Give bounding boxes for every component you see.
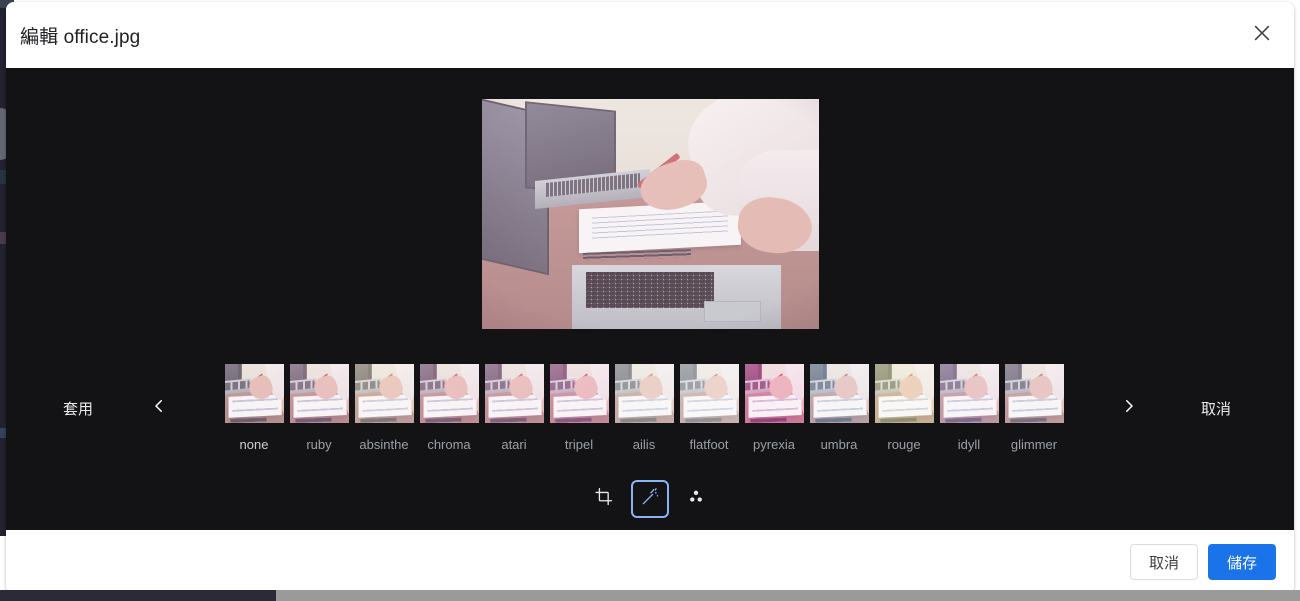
magic-wand-icon: [640, 487, 660, 512]
filter-thumbnail-photo: [809, 364, 869, 423]
filter-item-glimmer[interactable]: glimmer: [1004, 364, 1064, 452]
filter-item-atari[interactable]: atari: [484, 364, 544, 452]
filmstrip-prev-button[interactable]: [142, 388, 176, 428]
filter-thumbnail-rouge[interactable]: [874, 364, 934, 423]
image-editor-dialog: 編輯 office.jpg 套用 none ruby absinthe chro…: [6, 2, 1294, 594]
crop-icon: [594, 487, 614, 512]
page-title: 編輯 office.jpg: [20, 26, 141, 48]
filter-thumbnail-photo: [939, 364, 999, 423]
filter-label: chroma: [427, 437, 471, 452]
horizontal-scrollbar[interactable]: [0, 590, 1300, 601]
preview-area: [6, 68, 1294, 348]
filter-item-chroma[interactable]: chroma: [419, 364, 479, 452]
filter-thumbnail-idyll[interactable]: [939, 364, 999, 423]
filter-item-pyrexia[interactable]: pyrexia: [744, 364, 804, 452]
filter-label: tripel: [564, 437, 594, 452]
filter-thumbnail-photo: [744, 364, 804, 423]
filter-item-idyll[interactable]: idyll: [939, 364, 999, 452]
close-button[interactable]: [1240, 13, 1284, 57]
filter-strip[interactable]: none ruby absinthe chroma atari tripel a…: [176, 364, 1112, 452]
filter-thumbnail-photo: [1004, 364, 1064, 423]
filter-label: ruby: [306, 437, 332, 452]
filter-item-rouge[interactable]: rouge: [874, 364, 934, 452]
chevron-left-icon: [150, 397, 168, 420]
filter-thumbnail-photo: [679, 364, 739, 423]
filters-tool-button[interactable]: [631, 480, 669, 518]
filter-thumbnail-ailis[interactable]: [614, 364, 674, 423]
filter-label: absinthe: [359, 437, 409, 452]
filter-thumbnail-photo: [874, 364, 934, 423]
preview-photo: [481, 99, 819, 329]
filter-thumbnail-photo: [484, 364, 544, 423]
filter-item-umbra[interactable]: umbra: [809, 364, 869, 452]
filter-label: atari: [501, 437, 527, 452]
dialog-header: 編輯 office.jpg: [6, 2, 1294, 68]
filter-label: none: [239, 437, 269, 452]
filter-thumbnail-photo: [419, 364, 479, 423]
editor-toolbar: [6, 468, 1294, 530]
filter-item-ailis[interactable]: ailis: [614, 364, 674, 452]
image-preview[interactable]: [481, 99, 819, 329]
filter-thumbnail-umbra[interactable]: [809, 364, 869, 423]
filter-thumbnail-none[interactable]: [224, 364, 284, 423]
filter-item-ruby[interactable]: ruby: [289, 364, 349, 452]
filter-thumbnail-tripel[interactable]: [549, 364, 609, 423]
filter-thumbnail-pyrexia[interactable]: [744, 364, 804, 423]
filter-label: rouge: [887, 437, 921, 452]
filter-thumbnail-photo: [224, 364, 284, 423]
filter-thumbnail-atari[interactable]: [484, 364, 544, 423]
filter-label: idyll: [957, 437, 981, 452]
filter-label: umbra: [820, 437, 858, 452]
cancel-button[interactable]: 取消: [1129, 544, 1198, 580]
editor-body: 套用 none ruby absinthe chroma atari tripe…: [6, 68, 1294, 530]
filter-label: ailis: [632, 437, 656, 452]
adjust-dots-icon: [686, 487, 706, 512]
filter-item-none[interactable]: none: [224, 364, 284, 452]
filter-thumbnail-absinthe[interactable]: [354, 364, 414, 423]
adjust-tool-button[interactable]: [677, 480, 715, 518]
filter-thumbnail-photo: [289, 364, 349, 423]
filter-thumbnail-glimmer[interactable]: [1004, 364, 1064, 423]
filter-thumbnail-chroma[interactable]: [419, 364, 479, 423]
filter-item-tripel[interactable]: tripel: [549, 364, 609, 452]
filter-thumbnail-ruby[interactable]: [289, 364, 349, 423]
filter-filmstrip-row: 套用 none ruby absinthe chroma atari tripe…: [6, 348, 1294, 468]
horizontal-scrollbar-thumb[interactable]: [0, 590, 276, 601]
filter-thumbnail-flatfoot[interactable]: [679, 364, 739, 423]
dialog-footer: 取消 儲存: [6, 530, 1294, 594]
apply-filter-button[interactable]: 套用: [14, 398, 142, 419]
filter-label: flatfoot: [689, 437, 729, 452]
cancel-filter-button[interactable]: 取消: [1146, 398, 1286, 419]
crop-tool-button[interactable]: [585, 480, 623, 518]
chevron-right-icon: [1120, 397, 1138, 420]
filter-thumbnail-photo: [614, 364, 674, 423]
filter-thumbnail-photo: [549, 364, 609, 423]
filter-item-absinthe[interactable]: absinthe: [354, 364, 414, 452]
filter-label: pyrexia: [753, 437, 795, 452]
save-button[interactable]: 儲存: [1207, 544, 1276, 580]
filter-item-flatfoot[interactable]: flatfoot: [679, 364, 739, 452]
close-icon: [1251, 22, 1273, 49]
filmstrip-next-button[interactable]: [1112, 388, 1146, 428]
filter-thumbnail-photo: [354, 364, 414, 423]
filter-label: glimmer: [1010, 437, 1058, 452]
